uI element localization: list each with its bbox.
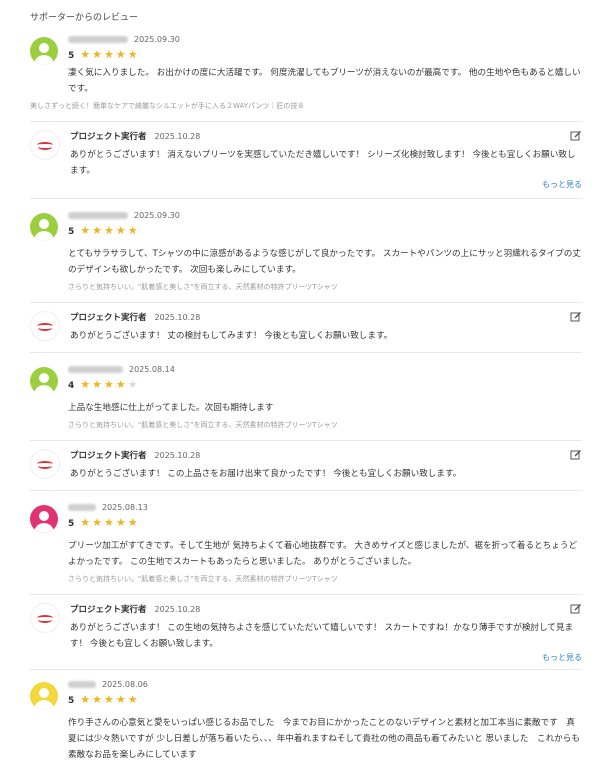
review-date: 2025.09.30 bbox=[134, 211, 180, 220]
edit-icon[interactable] bbox=[570, 130, 582, 142]
owner-name: プロジェクト実行者 bbox=[70, 313, 147, 323]
avatar-head bbox=[39, 511, 49, 521]
star-rating: ★★★★★ bbox=[80, 378, 139, 391]
logo-lip-lower bbox=[38, 144, 52, 150]
review-date: 2025.09.30 bbox=[134, 35, 180, 44]
review-date: 2025.08.14 bbox=[129, 365, 175, 374]
reply-date: 2025.10.28 bbox=[154, 132, 201, 141]
divider bbox=[30, 594, 582, 595]
divider bbox=[30, 669, 582, 670]
avatar-head bbox=[39, 43, 49, 53]
rating-value: 5 bbox=[68, 227, 75, 237]
avatar-head bbox=[39, 688, 49, 698]
blurred-username bbox=[68, 366, 123, 373]
divider bbox=[30, 121, 582, 122]
avatar[interactable] bbox=[30, 37, 58, 65]
star-rating-filled: ★★★★ bbox=[80, 378, 128, 391]
product-name[interactable]: さらりと気持ちいい。"肌着感と美しさ"を両立する、天然素材の特許プリーツTシャツ bbox=[68, 282, 582, 292]
logo-lip-lower bbox=[38, 617, 52, 623]
rating-value: 5 bbox=[68, 51, 75, 61]
review-text: プリーツ加工がすてきです。そして生地が 気持ちよくて着心地抜群です。 大きめサイ… bbox=[68, 541, 578, 567]
review-item: 2025.08.14 4 ★★★★★ 上品な生地感に仕上がってました。次回も期待し… bbox=[30, 365, 582, 491]
edit-icon[interactable] bbox=[570, 311, 582, 323]
project-logo bbox=[30, 603, 60, 633]
review-text: 上品な生地感に仕上がってました。次回も期待します bbox=[68, 403, 274, 413]
edit-icon[interactable] bbox=[570, 449, 582, 461]
review-item: 2025.09.30 5 ★★★★★ 凄く気に入りました。 お出かけの度に大活躍で… bbox=[30, 35, 582, 199]
star-rating: ★★★★★ bbox=[80, 224, 140, 237]
avatar[interactable] bbox=[30, 682, 58, 710]
review-date: 2025.08.06 bbox=[102, 680, 148, 689]
star-rating-empty: ★ bbox=[127, 378, 140, 391]
owner-reply: プロジェクト実行者 2025.10.28 ありがとうございます！ この生地の気持ち… bbox=[30, 603, 582, 663]
divider bbox=[30, 352, 582, 353]
rating-value: 5 bbox=[68, 696, 75, 706]
avatar[interactable] bbox=[30, 213, 58, 241]
avatar-body bbox=[34, 385, 54, 395]
reply-date: 2025.10.28 bbox=[154, 313, 201, 322]
avatar-head bbox=[39, 373, 49, 383]
review-item: 2025.08.06 5 ★★★★★ 作り手さんの心意気と愛をいっぱい感じるお品で… bbox=[30, 680, 582, 763]
owner-reply: プロジェクト実行者 2025.10.28 ありがとうございます！ この上品さをお届… bbox=[30, 449, 582, 482]
review-item: 2025.09.30 5 ★★★★★ とてもサラサラして、Tシャツの中に涼感がある… bbox=[30, 211, 582, 353]
project-logo bbox=[30, 449, 60, 479]
blurred-username bbox=[68, 212, 128, 219]
logo-lip-lower bbox=[38, 325, 52, 331]
owner-name: プロジェクト実行者 bbox=[70, 451, 147, 461]
star-rating: ★★★★★ bbox=[80, 516, 140, 529]
reply-date: 2025.10.28 bbox=[154, 451, 201, 460]
blurred-username bbox=[68, 36, 128, 43]
star-rating: ★★★★★ bbox=[80, 48, 140, 61]
section-title: サポーターからのレビュー bbox=[30, 13, 139, 23]
avatar-body bbox=[34, 700, 54, 710]
owner-reply: プロジェクト実行者 2025.10.28 ありがとうございます！ 消えないプリーツ… bbox=[30, 130, 582, 190]
review-text: 凄く気に入りました。 お出かけの度に大活躍です。 何度洗濯してもプリーツが消えな… bbox=[68, 68, 581, 94]
review-item: 2025.08.13 5 ★★★★★ プリーツ加工がすてきです。そして生地が 気持… bbox=[30, 503, 582, 670]
owner-name: プロジェクト実行者 bbox=[70, 132, 147, 142]
owner-reply: プロジェクト実行者 2025.10.28 ありがとうございます！ 丈の検討もしてみ… bbox=[30, 311, 582, 344]
product-name[interactable]: さらりと気持ちいい。"肌着感と美しさ"を両立する、天然素材の特許プリーツTシャツ bbox=[68, 420, 582, 430]
owner-name: プロジェクト実行者 bbox=[70, 605, 147, 615]
divider bbox=[30, 198, 582, 199]
divider bbox=[30, 490, 582, 491]
blurred-username bbox=[68, 681, 96, 688]
product-name[interactable]: さらりと気持ちいい。"肌着感と美しさ"を両立する、天然素材の特許プリーツTシャツ bbox=[68, 574, 582, 584]
star-rating: ★★★★★ bbox=[80, 693, 140, 706]
avatar-body bbox=[34, 231, 54, 241]
product-name[interactable]: 美しさずっと続く！簡単なケアで綺麗なシルエットが手に入る２WAYパンツ｜匠の技８ bbox=[30, 101, 582, 111]
reply-text: ありがとうございます！ この上品さをお届け出来て良かったです！ 今後とも宜しくお… bbox=[70, 469, 462, 479]
edit-icon[interactable] bbox=[570, 603, 582, 615]
project-logo bbox=[30, 130, 60, 160]
review-text: 作り手さんの心意気と愛をいっぱい感じるお品でした 今までお目にかかったことのない… bbox=[68, 718, 580, 760]
avatar-body bbox=[34, 55, 54, 65]
reply-text: ありがとうございます！ 消えないプリーツを実感していただき嬉しいです！ シリーズ… bbox=[70, 150, 576, 176]
avatar-head bbox=[39, 219, 49, 229]
avatar[interactable] bbox=[30, 367, 58, 395]
project-logo bbox=[30, 311, 60, 341]
reviews-section: サポーターからのレビュー 2025.09.30 5 ★★★★★ 凄く気に入りました… bbox=[0, 0, 600, 763]
blurred-username bbox=[68, 504, 96, 511]
read-more-link[interactable]: もっと見る bbox=[70, 179, 582, 190]
divider bbox=[30, 302, 582, 303]
reply-text: ありがとうございます！ 丈の検討もしてみます！ 今後とも宜しくお願い致します。 bbox=[70, 331, 393, 341]
avatar-body bbox=[34, 523, 54, 533]
reply-date: 2025.10.28 bbox=[154, 605, 201, 614]
avatar[interactable] bbox=[30, 505, 58, 533]
logo-lip-lower bbox=[38, 463, 52, 469]
review-text: とてもサラサラして、Tシャツの中に涼感があるような感じがして良かったです。 スカ… bbox=[68, 249, 581, 275]
rating-value: 5 bbox=[68, 519, 75, 529]
divider bbox=[30, 440, 582, 441]
review-date: 2025.08.13 bbox=[102, 503, 148, 512]
rating-value: 4 bbox=[68, 381, 75, 391]
reply-text: ありがとうございます！ この生地の気持ちよさを感じていただいて嬉しいです！ スカ… bbox=[70, 623, 574, 649]
read-more-link[interactable]: もっと見る bbox=[70, 652, 582, 663]
